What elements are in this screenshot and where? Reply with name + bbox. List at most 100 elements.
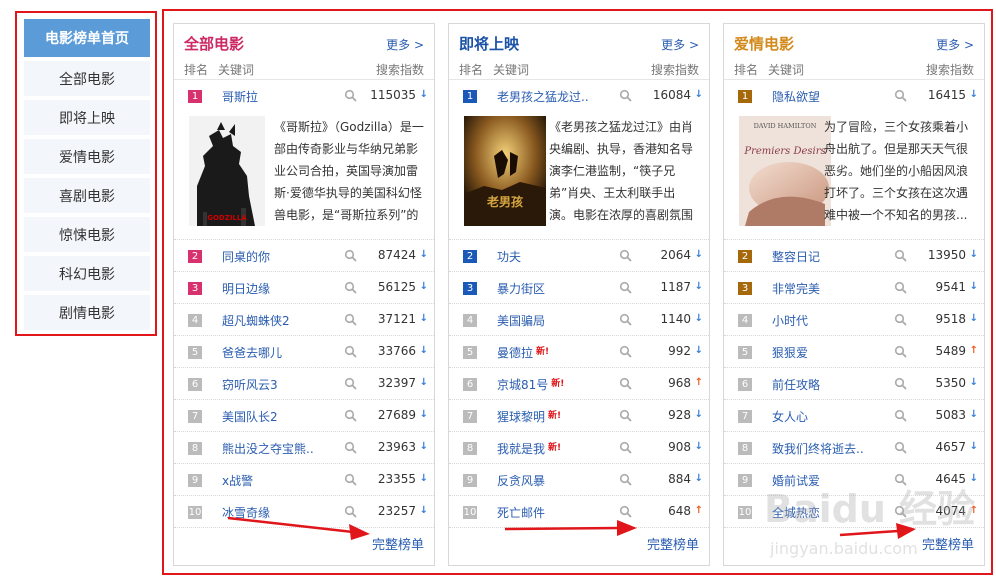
movie-link[interactable]: 功夫 <box>497 248 521 265</box>
search-icon[interactable] <box>619 505 633 519</box>
table-row[interactable]: 7 美国队长2 27689 ↓ <box>174 400 434 432</box>
poster-image[interactable]: 老男孩 <box>464 116 546 226</box>
movie-link[interactable]: 猩球黎明 新! <box>497 408 561 425</box>
movie-link[interactable]: x战警 <box>222 472 253 489</box>
poster-image[interactable]: DAVID HAMILTON Premiers Desirs <box>739 116 831 226</box>
movie-link[interactable]: 隐私欲望 <box>772 88 820 105</box>
search-icon[interactable] <box>619 281 633 295</box>
table-row[interactable]: 1 老男孩之猛龙过.. 16084 ↓ <box>449 80 709 112</box>
table-row[interactable]: 8 我就是我 新! 908 ↓ <box>449 432 709 464</box>
search-icon[interactable] <box>619 89 633 103</box>
movie-link[interactable]: 哥斯拉 <box>222 88 258 105</box>
table-row[interactable]: 4 超凡蜘蛛侠2 37121 ↓ <box>174 304 434 336</box>
search-icon[interactable] <box>619 377 633 391</box>
movie-link[interactable]: 熊出没之夺宝熊.. <box>222 440 314 457</box>
table-row[interactable]: 1 隐私欲望 16415 ↓ <box>724 80 984 112</box>
movie-link[interactable]: 反贪风暴 <box>497 472 545 489</box>
search-icon[interactable] <box>894 89 908 103</box>
search-icon[interactable] <box>894 313 908 327</box>
table-row[interactable]: 3 非常完美 9541 ↓ <box>724 272 984 304</box>
movie-link[interactable]: 致我们终将逝去.. <box>772 440 864 457</box>
nav-item-scifi[interactable]: 科幻电影 <box>24 256 150 291</box>
full-list-link[interactable]: 完整榜单 <box>372 534 424 553</box>
trend-down-icon: ↓ <box>969 249 978 260</box>
movie-link[interactable]: 爸爸去哪儿 <box>222 344 282 361</box>
search-icon[interactable] <box>344 249 358 263</box>
search-icon[interactable] <box>619 249 633 263</box>
table-row[interactable]: 5 爸爸去哪儿 33766 ↓ <box>174 336 434 368</box>
nav-item-home[interactable]: 电影榜单首页 <box>24 19 150 57</box>
movie-link[interactable]: 明日边缘 <box>222 280 270 297</box>
table-row[interactable]: 9 x战警 23355 ↓ <box>174 464 434 496</box>
movie-link[interactable]: 非常完美 <box>772 280 820 297</box>
movie-link[interactable]: 暴力街区 <box>497 280 545 297</box>
movie-link[interactable]: 美国队长2 <box>222 408 278 425</box>
poster-image[interactable]: GODZILLA <box>189 116 265 226</box>
more-link[interactable]: 更多 > <box>936 36 974 53</box>
table-row[interactable]: 6 京城81号 新! 968 ↑ <box>449 368 709 400</box>
search-icon[interactable] <box>894 409 908 423</box>
col-index[interactable]: 搜索指数 <box>376 61 424 78</box>
movie-link[interactable]: 女人心 <box>772 408 808 425</box>
search-icon[interactable] <box>344 281 358 295</box>
table-row[interactable]: 2 功夫 2064 ↓ <box>449 240 709 272</box>
table-row[interactable]: 7 女人心 5083 ↓ <box>724 400 984 432</box>
movie-link[interactable]: 美国骗局 <box>497 312 545 329</box>
panel-title: 全部电影 <box>184 35 245 53</box>
search-icon[interactable] <box>894 249 908 263</box>
table-row[interactable]: 3 明日边缘 56125 ↓ <box>174 272 434 304</box>
nav-item-comedy[interactable]: 喜剧电影 <box>24 178 150 213</box>
table-row[interactable]: 3 暴力街区 1187 ↓ <box>449 272 709 304</box>
movie-link[interactable]: 京城81号 新! <box>497 376 564 393</box>
nav-item-thriller[interactable]: 惊悚电影 <box>24 217 150 252</box>
table-row[interactable]: 6 前任攻略 5350 ↓ <box>724 368 984 400</box>
search-icon[interactable] <box>619 313 633 327</box>
nav-item-all[interactable]: 全部电影 <box>24 61 150 96</box>
nav-item-upcoming[interactable]: 即将上映 <box>24 100 150 135</box>
search-icon[interactable] <box>344 377 358 391</box>
search-icon[interactable] <box>344 473 358 487</box>
table-row[interactable]: 4 小时代 9518 ↓ <box>724 304 984 336</box>
more-link[interactable]: 更多 > <box>661 36 699 53</box>
search-icon[interactable] <box>344 313 358 327</box>
table-row[interactable]: 2 同桌的你 87424 ↓ <box>174 240 434 272</box>
full-list-link[interactable]: 完整榜单 <box>647 534 699 553</box>
movie-link[interactable]: 狠狠爱 <box>772 344 808 361</box>
col-index[interactable]: 搜索指数 <box>651 61 699 78</box>
search-icon[interactable] <box>619 409 633 423</box>
table-row[interactable]: 7 猩球黎明 新! 928 ↓ <box>449 400 709 432</box>
search-icon[interactable] <box>894 441 908 455</box>
table-row[interactable]: 5 曼德拉 新! 992 ↓ <box>449 336 709 368</box>
movie-link[interactable]: 老男孩之猛龙过.. <box>497 88 589 105</box>
nav-item-drama[interactable]: 剧情电影 <box>24 295 150 330</box>
table-row[interactable]: 2 整容日记 13950 ↓ <box>724 240 984 272</box>
search-icon[interactable] <box>619 345 633 359</box>
movie-link[interactable]: 前任攻略 <box>772 376 820 393</box>
search-icon[interactable] <box>344 345 358 359</box>
search-icon[interactable] <box>344 409 358 423</box>
table-row[interactable]: 1 哥斯拉 115035 ↓ <box>174 80 434 112</box>
more-link[interactable]: 更多 > <box>386 36 424 53</box>
search-icon[interactable] <box>619 441 633 455</box>
movie-link[interactable]: 我就是我 新! <box>497 440 561 457</box>
search-icon[interactable] <box>894 281 908 295</box>
movie-link[interactable]: 小时代 <box>772 312 808 329</box>
search-icon[interactable] <box>894 345 908 359</box>
search-icon[interactable] <box>619 473 633 487</box>
table-row[interactable]: 9 反贪风暴 884 ↓ <box>449 464 709 496</box>
search-icon[interactable] <box>344 441 358 455</box>
col-index[interactable]: 搜索指数 <box>926 61 974 78</box>
movie-link[interactable]: 窃听风云3 <box>222 376 278 393</box>
movie-link[interactable]: 曼德拉 新! <box>497 344 549 361</box>
table-row[interactable]: 5 狠狠爱 5489 ↑ <box>724 336 984 368</box>
movie-link[interactable]: 超凡蜘蛛侠2 <box>222 312 290 329</box>
table-row[interactable]: 6 窃听风云3 32397 ↓ <box>174 368 434 400</box>
nav-item-romance[interactable]: 爱情电影 <box>24 139 150 174</box>
search-icon[interactable] <box>894 377 908 391</box>
table-row[interactable]: 4 美国骗局 1140 ↓ <box>449 304 709 336</box>
movie-link[interactable]: 整容日记 <box>772 248 820 265</box>
movie-link[interactable]: 同桌的你 <box>222 248 270 265</box>
table-row[interactable]: 8 致我们终将逝去.. 4657 ↓ <box>724 432 984 464</box>
search-icon[interactable] <box>344 89 358 103</box>
table-row[interactable]: 8 熊出没之夺宝熊.. 23963 ↓ <box>174 432 434 464</box>
